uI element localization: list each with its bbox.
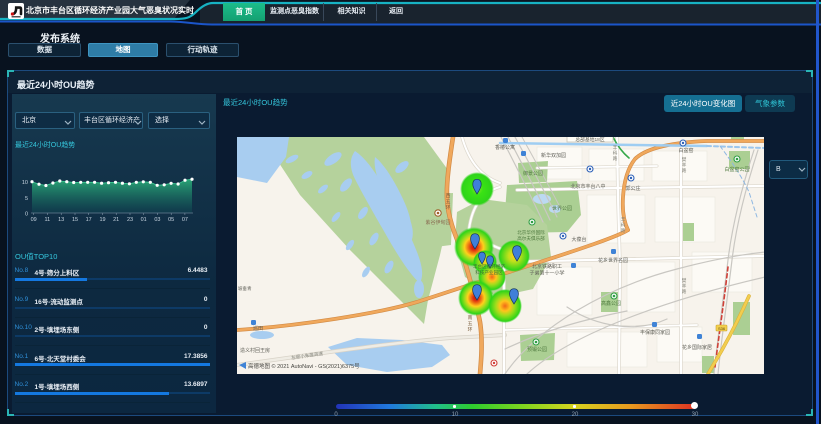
- svg-text:13: 13: [58, 217, 64, 223]
- svg-text:世界公园: 世界公园: [552, 205, 572, 212]
- svg-text:S36: S36: [718, 326, 726, 331]
- svg-text:北京铁路职工: 北京铁路职工: [532, 263, 562, 270]
- svg-text:05: 05: [168, 217, 174, 223]
- svg-text:科技产业园区: 科技产业园区: [475, 269, 503, 276]
- svg-text:丰科路: 丰科路: [621, 216, 626, 234]
- svg-text:11: 11: [45, 217, 51, 223]
- svg-text:北京华侨国际: 北京华侨国际: [517, 229, 545, 236]
- svg-text:23: 23: [127, 217, 133, 223]
- svg-text:坡垂青: 坡垂青: [238, 285, 252, 292]
- svg-text:10: 10: [22, 180, 28, 186]
- svg-text:预锻公园: 预锻公园: [527, 346, 547, 353]
- svg-text:03: 03: [154, 217, 160, 223]
- svg-text:白盆窑: 白盆窑: [678, 147, 693, 154]
- svg-text:01: 01: [141, 217, 147, 223]
- svg-text:高鑫公园: 高鑫公园: [601, 300, 621, 307]
- svg-text:09: 09: [31, 217, 37, 223]
- svg-text:21: 21: [113, 217, 119, 223]
- svg-text:樊羊路: 樊羊路: [682, 277, 687, 295]
- svg-text:丰保康同家园: 丰保康同家园: [640, 329, 670, 336]
- svg-text:北京市丰台八中: 北京市丰台八中: [570, 183, 605, 190]
- svg-text:造义村回王房: 造义村回王房: [240, 347, 270, 354]
- svg-text:郭公庄: 郭公庄: [625, 185, 640, 192]
- svg-text:总部基地18区: 总部基地18区: [575, 137, 605, 143]
- svg-text:07: 07: [182, 217, 188, 223]
- svg-text:高德地图 © 2021 AutoNavi - GS(2021: 高德地图 © 2021 AutoNavi - GS(2021)6375号: [248, 362, 360, 370]
- svg-text:丰台区循环经济: 丰台区循环经济: [473, 263, 506, 270]
- svg-text:15: 15: [72, 217, 78, 223]
- svg-text:0: 0: [25, 212, 28, 218]
- svg-text:香椿公寓: 香椿公寓: [495, 144, 515, 151]
- svg-text:大葆台: 大葆台: [571, 236, 586, 243]
- svg-text:白盆窑公园: 白盆窑公园: [724, 166, 749, 173]
- svg-text:巡田: 巡田: [253, 325, 263, 332]
- svg-text:南五环: 南五环: [468, 314, 473, 333]
- svg-text:御景公园: 御景公园: [523, 170, 543, 177]
- svg-text:紫谷伊甸园: 紫谷伊甸园: [425, 219, 450, 226]
- svg-text:19: 19: [99, 217, 105, 223]
- svg-text:樊羊路: 樊羊路: [682, 156, 687, 174]
- svg-text:新华双加园: 新华双加园: [541, 152, 566, 159]
- svg-text:5: 5: [25, 196, 28, 202]
- svg-text:丰科路: 丰科路: [613, 144, 618, 162]
- svg-text:花乡世界名园: 花乡世界名园: [598, 257, 628, 264]
- svg-text:17: 17: [86, 217, 92, 223]
- svg-text:西五环: 西五环: [446, 193, 451, 211]
- svg-text:子弟第十一小学: 子弟第十一小学: [529, 270, 564, 277]
- svg-text:高尔夫俱乐部: 高尔夫俱乐部: [517, 235, 545, 242]
- svg-text:花乡国际家居: 花乡国际家居: [682, 344, 712, 351]
